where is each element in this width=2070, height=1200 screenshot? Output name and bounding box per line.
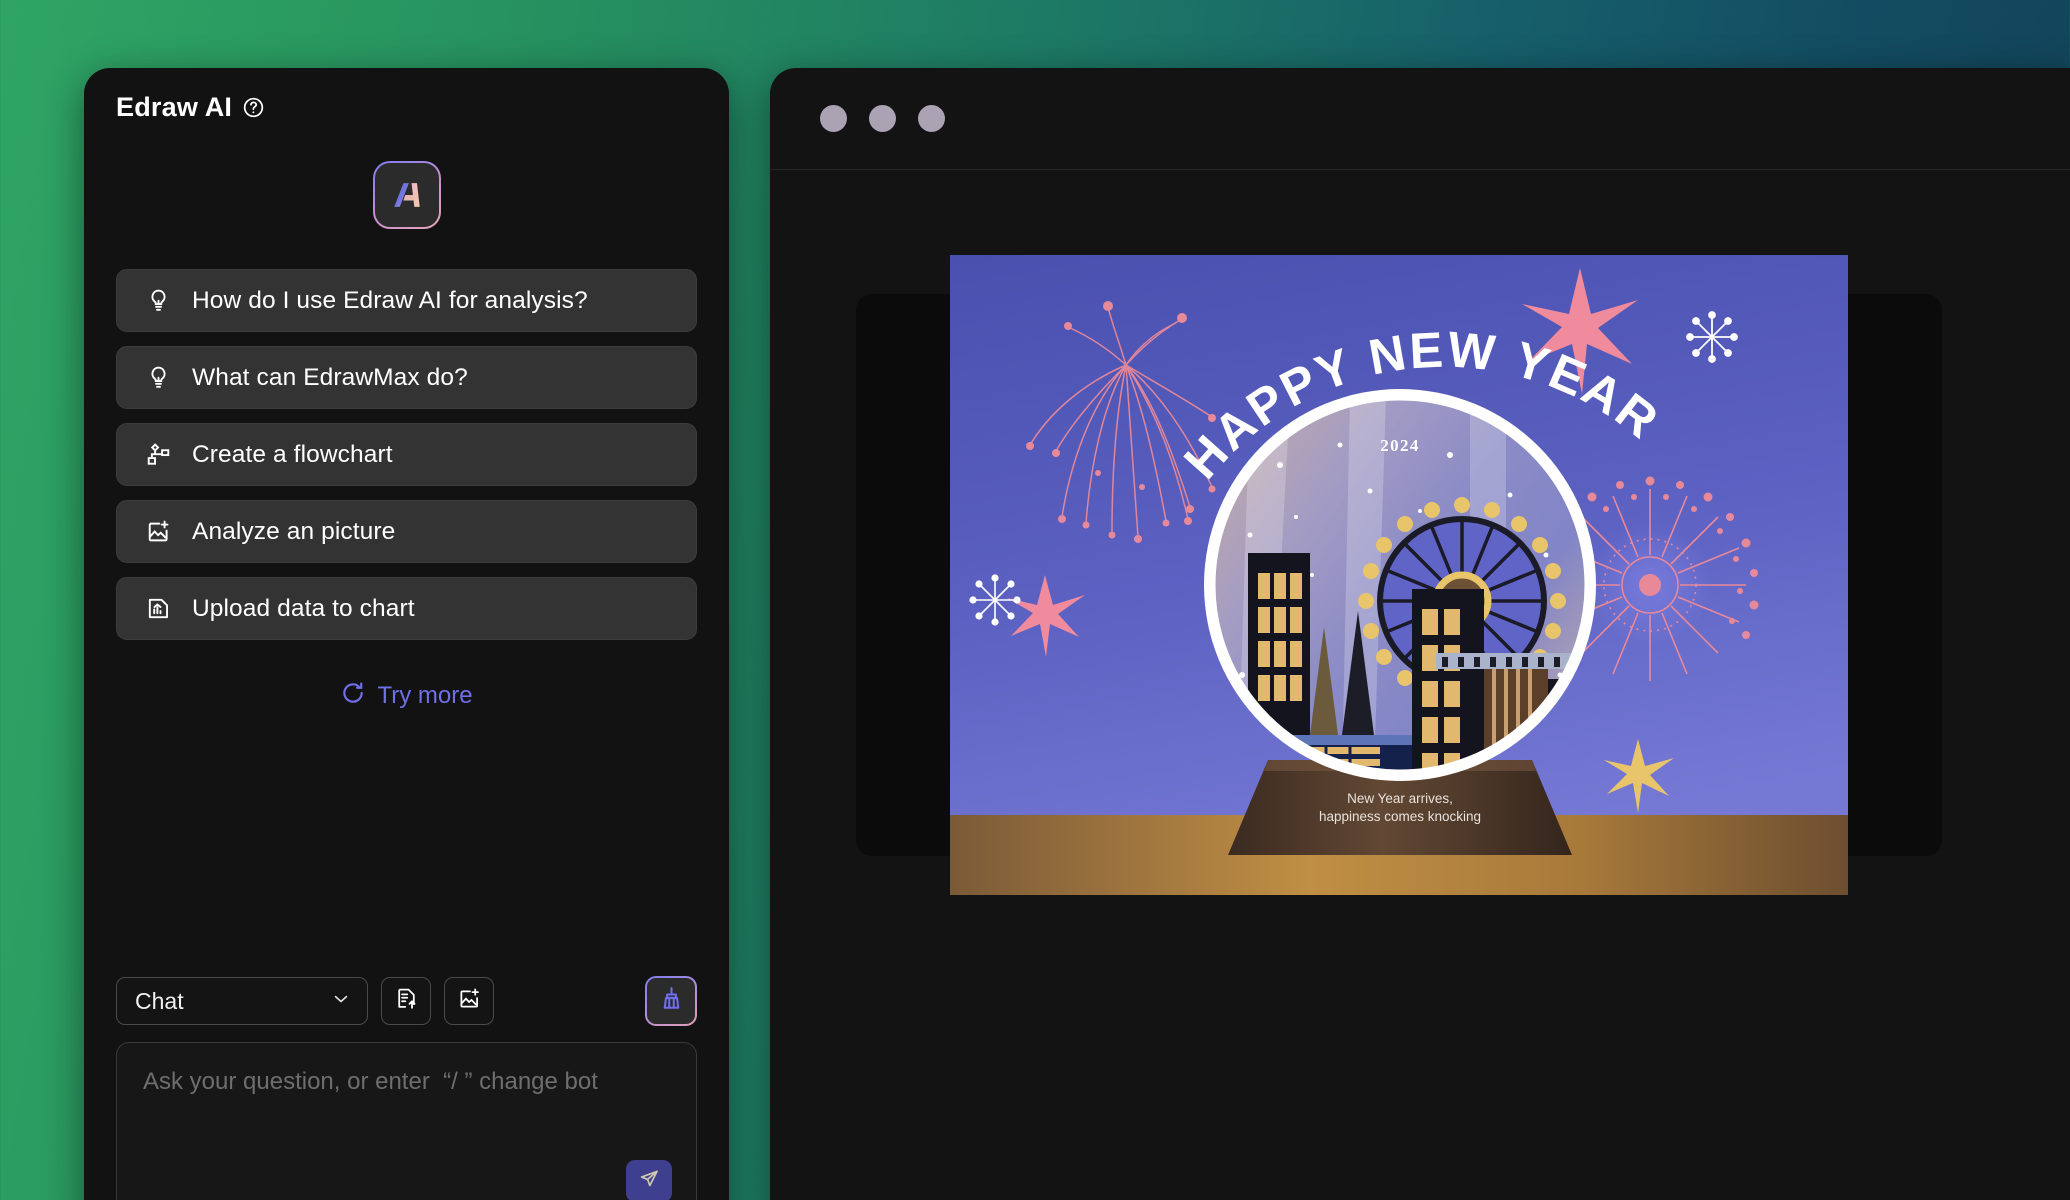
- document-upload-icon: [394, 986, 419, 1016]
- refresh-icon: [340, 680, 366, 711]
- suggestion-list: How do I use Edraw AI for analysis? What…: [84, 269, 729, 640]
- suggestion-item-flowchart[interactable]: Create a flowchart: [116, 423, 697, 486]
- new-year-poster-artwork[interactable]: 2024 HAPPY NEW YEAR New Year arrives, ha…: [950, 255, 1848, 895]
- edraw-ai-sidebar: Edraw AI How do I use Edraw AI for analy…: [84, 68, 729, 1200]
- preview-window: 2024 HAPPY NEW YEAR New Year arrives, ha…: [770, 68, 2070, 1200]
- window-dot-1[interactable]: [820, 105, 847, 132]
- suggestion-item-edrawmax[interactable]: What can EdrawMax do?: [116, 346, 697, 409]
- poster-svg: 2024 HAPPY NEW YEAR New Year arrives, ha…: [950, 255, 1848, 895]
- bot-mode-select[interactable]: Chat: [116, 977, 368, 1025]
- sidebar-header: Edraw AI: [84, 68, 729, 123]
- canvas-frame: 2024 HAPPY NEW YEAR New Year arrives, ha…: [856, 255, 1942, 895]
- window-dot-2[interactable]: [869, 105, 896, 132]
- brand-logo-container: [84, 161, 729, 229]
- lightbulb-icon: [145, 364, 172, 391]
- question-circle-icon[interactable]: [242, 96, 265, 119]
- try-more-row: Try more: [84, 680, 729, 711]
- flowchart-icon: [145, 441, 172, 468]
- suggestion-item-analysis[interactable]: How do I use Edraw AI for analysis?: [116, 269, 697, 332]
- send-paperplane-icon: [637, 1167, 661, 1196]
- broom-icon: [658, 985, 685, 1017]
- composer-toolbar: Chat: [116, 976, 697, 1042]
- chevron-down-icon: [331, 989, 351, 1014]
- page-title: Edraw AI: [116, 92, 233, 122]
- suggestion-item-analyze-picture[interactable]: Analyze an picture: [116, 500, 697, 563]
- try-more-button[interactable]: Try more: [340, 680, 473, 711]
- suggestion-label: How do I use Edraw AI for analysis?: [192, 286, 588, 314]
- lightbulb-icon: [145, 287, 172, 314]
- send-button[interactable]: [626, 1160, 672, 1200]
- chat-composer: Chat: [84, 976, 729, 1200]
- image-plus-icon: [145, 518, 172, 545]
- image-add-icon: [457, 986, 482, 1016]
- window-titlebar: [770, 68, 2070, 170]
- suggestion-item-upload-data-chart[interactable]: Upload data to chart: [116, 577, 697, 640]
- clear-conversation-button[interactable]: [645, 976, 697, 1026]
- suggestion-label: Upload data to chart: [192, 594, 415, 622]
- bot-mode-value: Chat: [135, 987, 184, 1014]
- artwork-caption-line1: New Year arrives,: [1347, 791, 1453, 806]
- artwork-caption-line2: happiness comes knocking: [1319, 809, 1481, 824]
- suggestion-label: Analyze an picture: [192, 517, 396, 545]
- try-more-label: Try more: [377, 681, 473, 709]
- edraw-ai-logo-icon[interactable]: [373, 161, 441, 229]
- suggestion-label: Create a flowchart: [192, 440, 393, 468]
- chat-input-area: [116, 1042, 697, 1200]
- upload-document-button[interactable]: [381, 977, 431, 1025]
- search-input[interactable]: [117, 1043, 696, 1133]
- artwork-year: 2024: [1380, 436, 1420, 455]
- suggestion-label: What can EdrawMax do?: [192, 363, 468, 391]
- chart-document-icon: [145, 595, 172, 622]
- window-dot-3[interactable]: [918, 105, 945, 132]
- add-image-button[interactable]: [444, 977, 494, 1025]
